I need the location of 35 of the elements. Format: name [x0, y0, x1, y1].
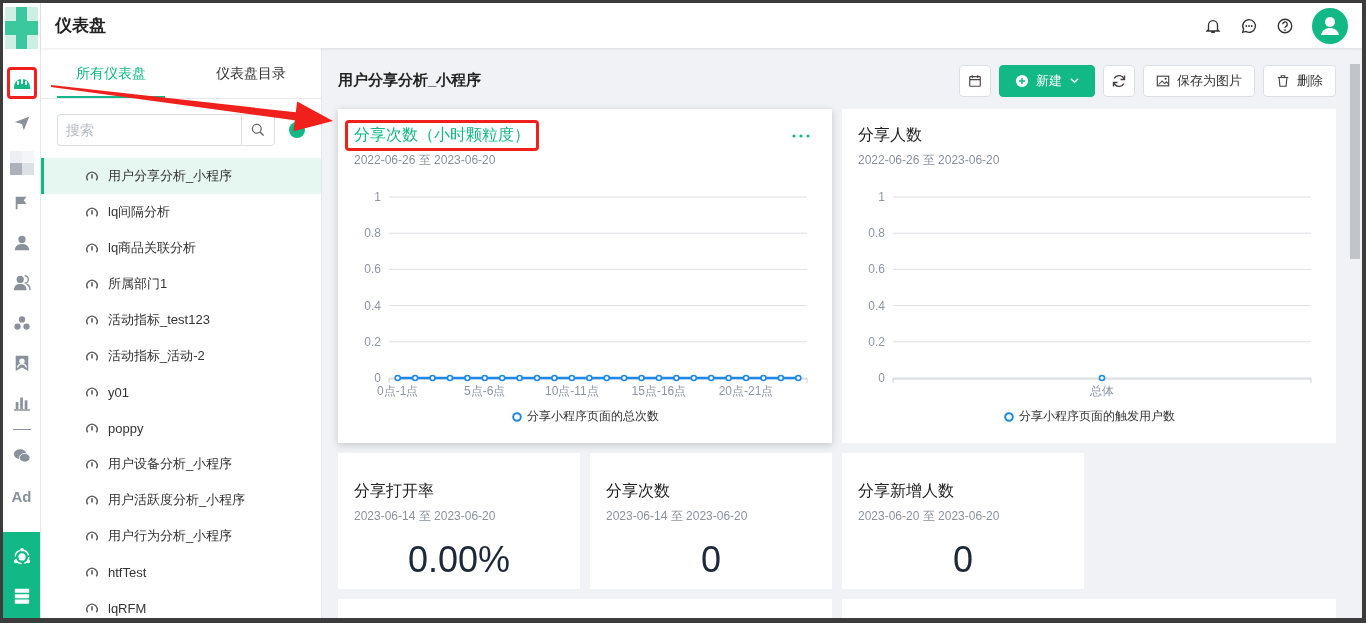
date-range: 2023-06-14 至 2023-06-20 — [354, 508, 497, 525]
y-axis-label: 0.8 — [868, 226, 885, 241]
y-axis-label: 0.2 — [364, 334, 381, 349]
kpi-value: 0 — [700, 539, 722, 581]
kpi-value: 0 — [952, 539, 974, 581]
x-axis-label: 15点-16点 — [631, 384, 687, 398]
dashboard-title: 用户分享分析_小程序 — [338, 71, 482, 90]
y-axis-label: 0.4 — [868, 298, 885, 313]
legend-label: 分享小程序页面的触发用户数 — [1018, 408, 1175, 425]
x-axis-label: 总体 — [1090, 384, 1114, 398]
kpi-value: 0.00% — [406, 539, 512, 581]
x-axis-label: 5点-6点 — [464, 384, 506, 398]
x-axis-label: 20点-21点 — [718, 384, 774, 398]
y-axis-label: 0.6 — [364, 262, 381, 277]
date-range: 2023-06-14 至 2023-06-20 — [606, 508, 749, 525]
kpi-title: 分享新增人数 — [858, 481, 955, 501]
date-range: 2022-06-26 至 2023-06-20 — [354, 152, 497, 169]
chart-title: 分享人数 — [858, 125, 922, 145]
y-axis-label: 0.4 — [364, 298, 381, 313]
legend-label: 分享小程序页面的总次数 — [526, 408, 659, 425]
y-axis-label: 0 — [878, 371, 885, 385]
y-axis-label: 0 — [374, 371, 381, 385]
y-axis-label: 0.2 — [868, 334, 885, 349]
x-axis-label: 10点-11点 — [544, 384, 599, 398]
date-range: 2022-06-26 至 2023-06-20 — [858, 152, 1001, 169]
page-title: 仪表盘 — [55, 15, 106, 37]
y-axis-label: 1 — [878, 190, 885, 204]
kpi-title: 分享打开率 — [354, 481, 435, 501]
y-axis-label: 0.6 — [868, 262, 885, 277]
kpi-title: 分享次数 — [606, 481, 671, 501]
x-axis-label: 0点-1点 — [377, 384, 419, 398]
y-axis-label: 0.8 — [364, 226, 381, 241]
y-axis-label: 1 — [374, 190, 381, 204]
date-range: 2023-06-20 至 2023-06-20 — [858, 508, 1001, 525]
chart-title: 分享次数（小时颗粒度） — [345, 120, 539, 151]
